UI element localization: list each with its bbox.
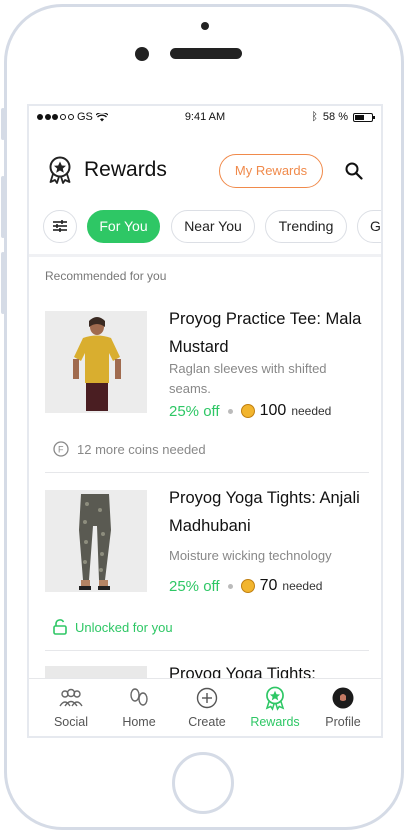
battery-icon: [353, 112, 375, 122]
app-screen: GS 9:41 AM ᛒ 58 % Rewards My Rewards For…: [27, 104, 383, 738]
coin-outline-icon: F: [53, 441, 69, 457]
search-icon[interactable]: [345, 162, 363, 180]
svg-text:F: F: [58, 445, 64, 455]
coins-needed-status: F 12 more coins needed: [53, 441, 206, 457]
needed-label: needed: [282, 579, 323, 593]
coin-icon: [240, 404, 255, 418]
discount-label: 25% off: [169, 577, 220, 595]
bluetooth-icon: ᛒ: [311, 111, 318, 123]
avatar: [332, 687, 354, 709]
mute-switch: [1, 108, 5, 140]
price-row: 25% off 70 needed: [169, 577, 322, 595]
tab-social[interactable]: Social: [36, 685, 106, 729]
tab-profile[interactable]: Profile: [308, 685, 378, 729]
coins-required: 100: [259, 402, 287, 419]
separator-dot: [227, 408, 233, 414]
tab-create[interactable]: Create: [172, 685, 242, 729]
my-rewards-button[interactable]: My Rewards: [219, 154, 323, 188]
tab-home[interactable]: Home: [104, 685, 174, 729]
people-icon: [59, 688, 83, 707]
chip-trending[interactable]: Trending: [265, 210, 347, 243]
product-name: Proyog Practice Tee: Mala Mustard: [169, 310, 362, 356]
front-camera: [135, 47, 149, 61]
proximity-sensor: [201, 22, 209, 30]
battery-percent: 58 %: [322, 111, 348, 123]
tab-label: Home: [122, 715, 156, 729]
tab-label: Profile: [325, 715, 361, 729]
header: Rewards My Rewards: [29, 144, 381, 194]
tab-label: Create: [188, 715, 226, 729]
product-description: Moisture wicking technology: [169, 548, 332, 563]
sliders-icon: [53, 220, 67, 232]
product-description: Raglan sleeves with shifted seams.: [169, 361, 327, 396]
status-bar: GS 9:41 AM ᛒ 58 %: [29, 106, 381, 128]
feet-icon: [130, 688, 148, 706]
status-text: Unlocked for you: [75, 619, 173, 635]
tab-label: Social: [53, 715, 89, 729]
product-image: [45, 311, 147, 413]
home-button[interactable]: [172, 752, 234, 814]
volume-down-button: [1, 252, 5, 314]
earpiece-speaker: [170, 48, 242, 59]
status-text: 12 more coins needed: [77, 441, 206, 457]
award-badge-icon: [49, 156, 71, 184]
product-image: [45, 490, 147, 592]
page-title: Rewards: [84, 158, 167, 181]
bottom-tab-bar: Social Home Create Rewards Profile: [29, 678, 381, 736]
chip-near-you[interactable]: Near You: [171, 210, 255, 243]
coin-icon: [240, 579, 255, 593]
tab-rewards[interactable]: Rewards: [240, 685, 310, 729]
plus-circle-icon: [196, 687, 218, 709]
volume-up-button: [1, 176, 5, 238]
discount-label: 25% off: [169, 402, 220, 420]
tab-label: Rewards: [250, 715, 300, 729]
unlocked-status: Unlocked for you: [53, 619, 173, 635]
chips-divider: [29, 254, 381, 257]
price-row: 25% off 100 needed: [169, 402, 331, 420]
needed-label: needed: [291, 404, 332, 418]
coins-required: 70: [259, 577, 278, 594]
filter-chips: For You Near You Trending Ga: [43, 210, 381, 244]
separator-dot: [227, 583, 233, 589]
card-divider: [45, 650, 369, 651]
filter-settings-button[interactable]: [43, 210, 77, 243]
chip-for-you[interactable]: For You: [87, 210, 160, 243]
section-label: Recommended for you: [45, 269, 167, 283]
award-icon: [265, 686, 285, 711]
chip-games[interactable]: Ga: [357, 210, 381, 243]
unlock-icon: [53, 619, 67, 635]
product-name: Proyog Yoga Tights: Anjali Madhubani: [169, 489, 360, 535]
card-divider: [45, 472, 369, 473]
